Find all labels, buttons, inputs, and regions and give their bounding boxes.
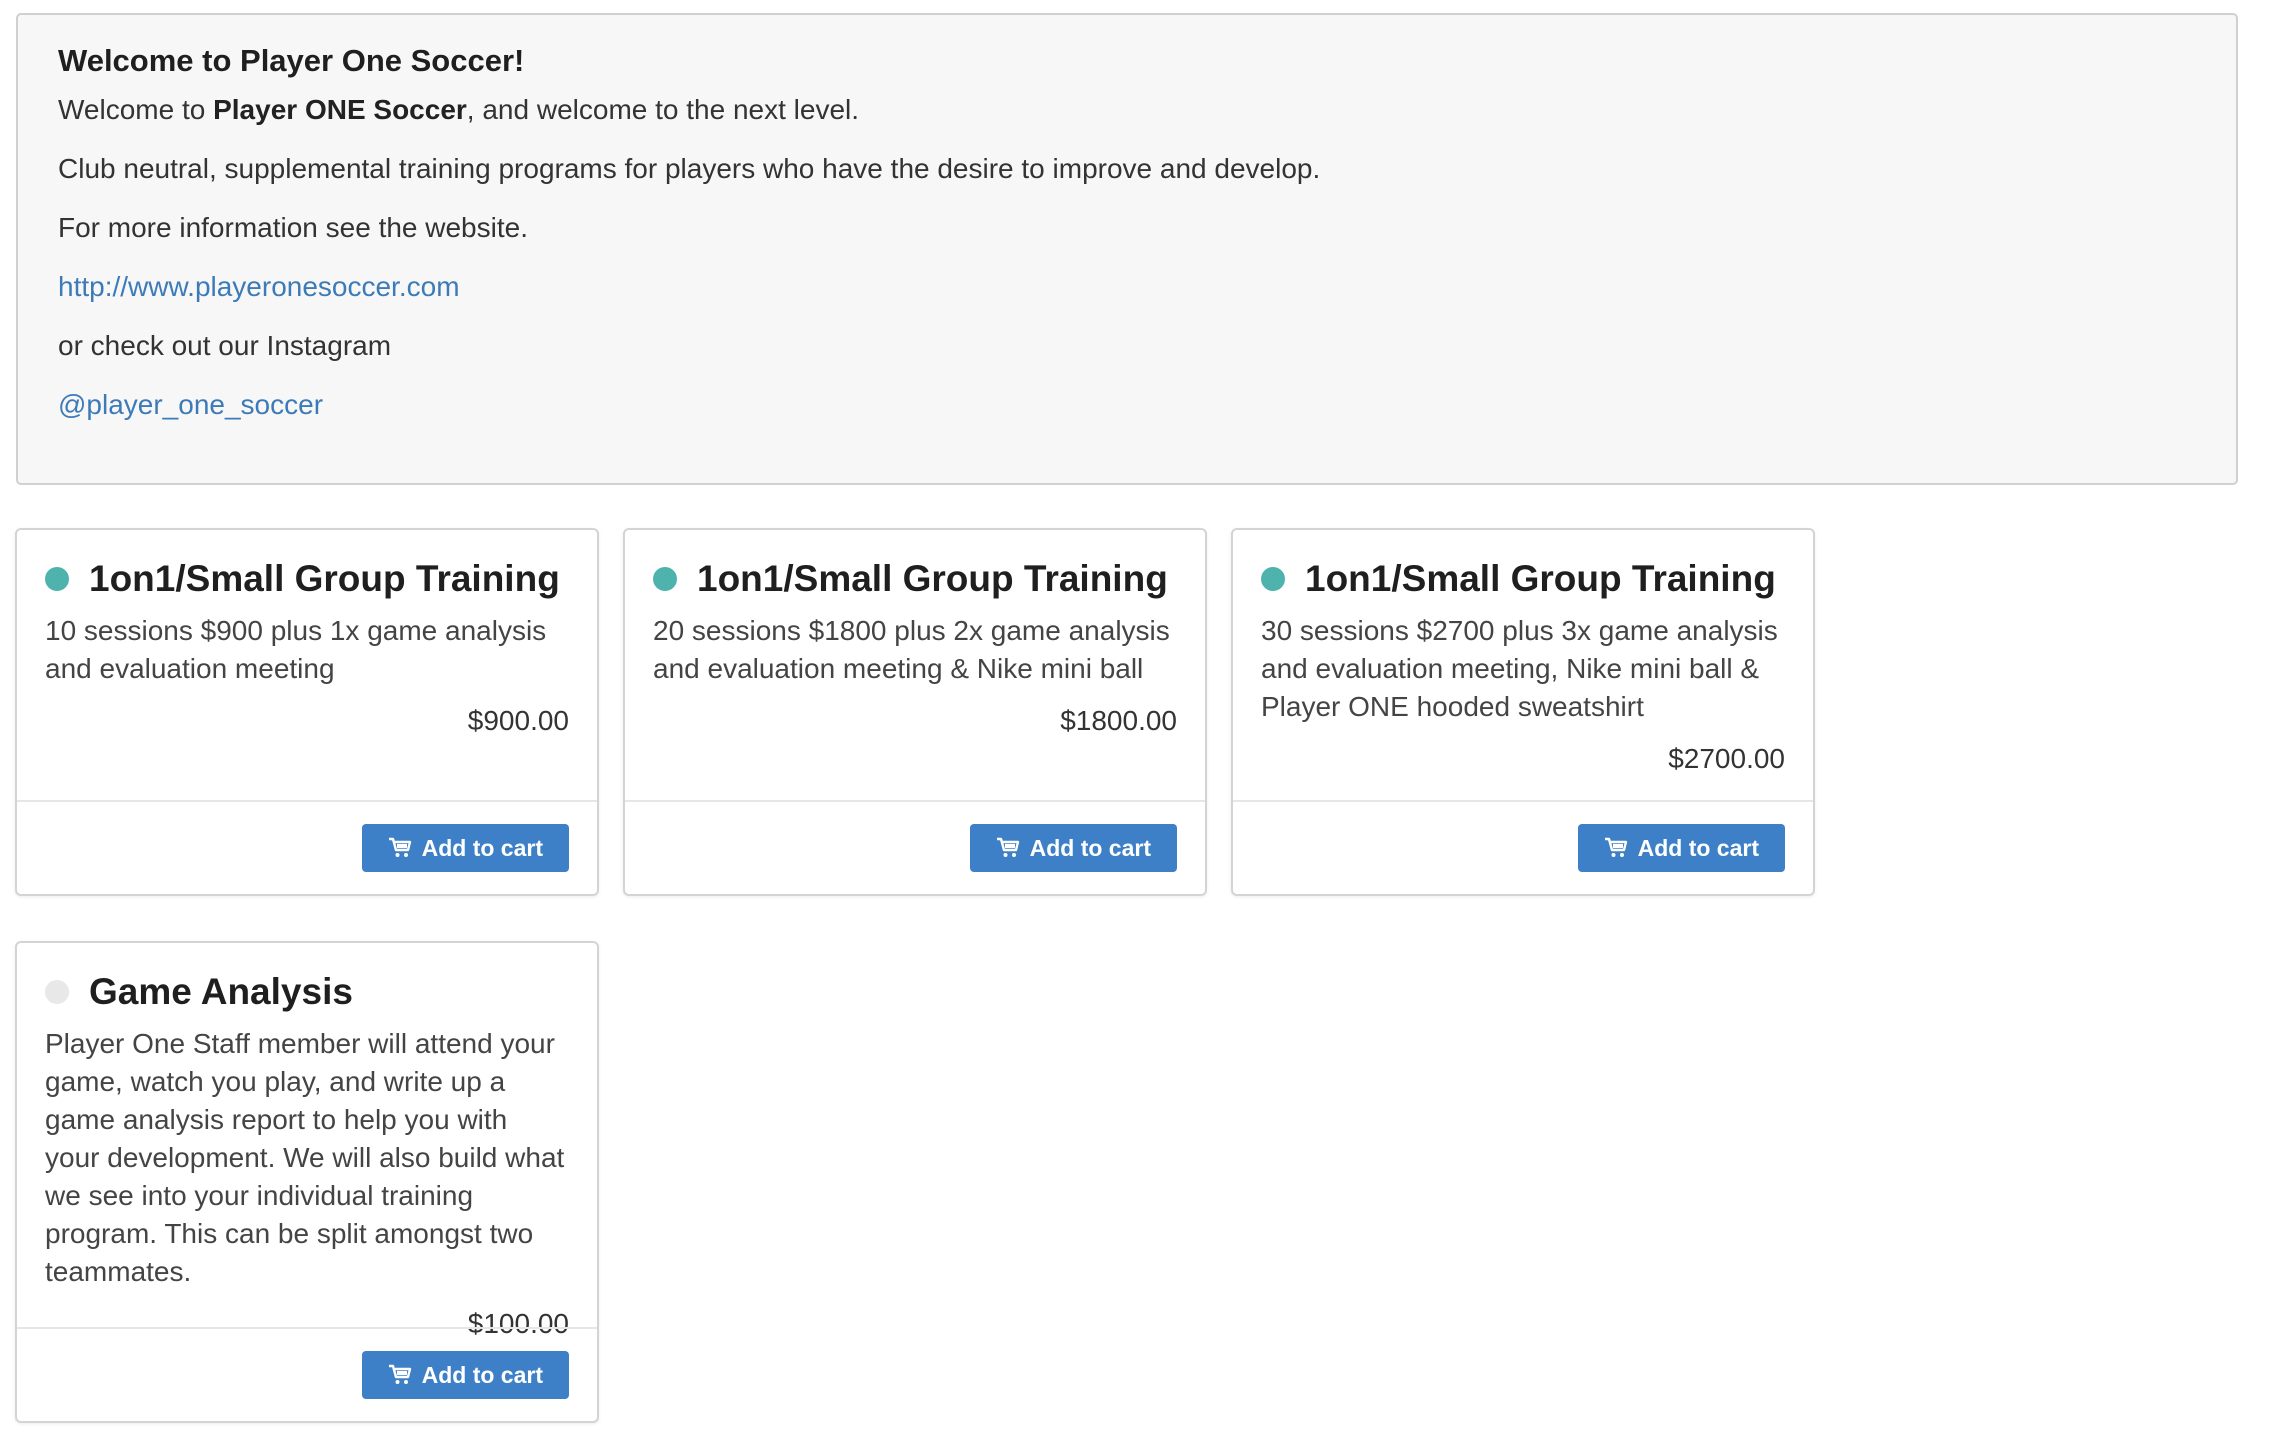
cart-icon [388,837,412,859]
product-card: Game Analysis Player One Staff member wi… [15,941,599,1423]
welcome-instagram-text: or check out our Instagram [58,330,392,361]
card-footer: Add to cart [625,800,1205,894]
product-title: Game Analysis [89,971,353,1012]
add-to-cart-button[interactable]: Add to cart [1577,824,1785,872]
product-description: 20 sessions $1800 plus 2x game analysis … [653,615,1170,684]
add-to-cart-label: Add to cart [1637,834,1759,861]
welcome-intro: Welcome to Player ONE Soccer, and welcom… [58,89,2196,130]
add-to-cart-label: Add to cart [1029,834,1151,861]
product-card: 1on1/Small Group Training 30 sessions $2… [1231,528,1815,896]
product-description: Player One Staff member will attend your… [45,1028,565,1287]
welcome-heading: Welcome to Player One Soccer! [58,43,525,78]
add-to-cart-label: Add to cart [421,1361,543,1388]
cart-icon [1604,837,1628,859]
status-dot-icon [45,980,69,1004]
card-footer: Add to cart [1233,800,1813,894]
instagram-link[interactable]: @player_one_soccer [58,389,323,420]
product-title: 1on1/Small Group Training [1305,558,1776,599]
product-price: $2700.00 [1668,743,1785,774]
status-dot-icon [1261,567,1285,591]
card-footer: Add to cart [17,1327,597,1421]
add-to-cart-button[interactable]: Add to cart [361,1351,569,1399]
product-card: 1on1/Small Group Training 20 sessions $1… [623,528,1207,896]
product-card: 1on1/Small Group Training 10 sessions $9… [15,528,599,896]
add-to-cart-label: Add to cart [421,834,543,861]
cart-icon [388,1364,412,1386]
welcome-intro-suffix: , and welcome to the next level. [466,94,860,125]
welcome-panel: Welcome to Player One Soccer! Welcome to… [16,13,2238,485]
add-to-cart-button[interactable]: Add to cart [361,824,569,872]
welcome-more-info: For more information see the website. [58,212,528,243]
product-price: $1800.00 [1060,705,1177,736]
cart-icon [996,837,1020,859]
welcome-description: Club neutral, supplemental training prog… [58,153,1321,184]
product-title: 1on1/Small Group Training [89,558,560,599]
product-price: $900.00 [467,705,569,736]
card-footer: Add to cart [17,800,597,894]
add-to-cart-button[interactable]: Add to cart [969,824,1177,872]
status-dot-icon [45,567,69,591]
product-description: 10 sessions $900 plus 1x game analysis a… [45,615,547,684]
product-title: 1on1/Small Group Training [697,558,1168,599]
status-dot-icon [653,567,677,591]
website-link[interactable]: http://www.playeronesoccer.com [58,271,460,302]
welcome-intro-brand: Player ONE Soccer [213,94,467,125]
welcome-intro-prefix: Welcome to [58,94,214,125]
product-description: 30 sessions $2700 plus 3x game analysis … [1261,615,1778,722]
